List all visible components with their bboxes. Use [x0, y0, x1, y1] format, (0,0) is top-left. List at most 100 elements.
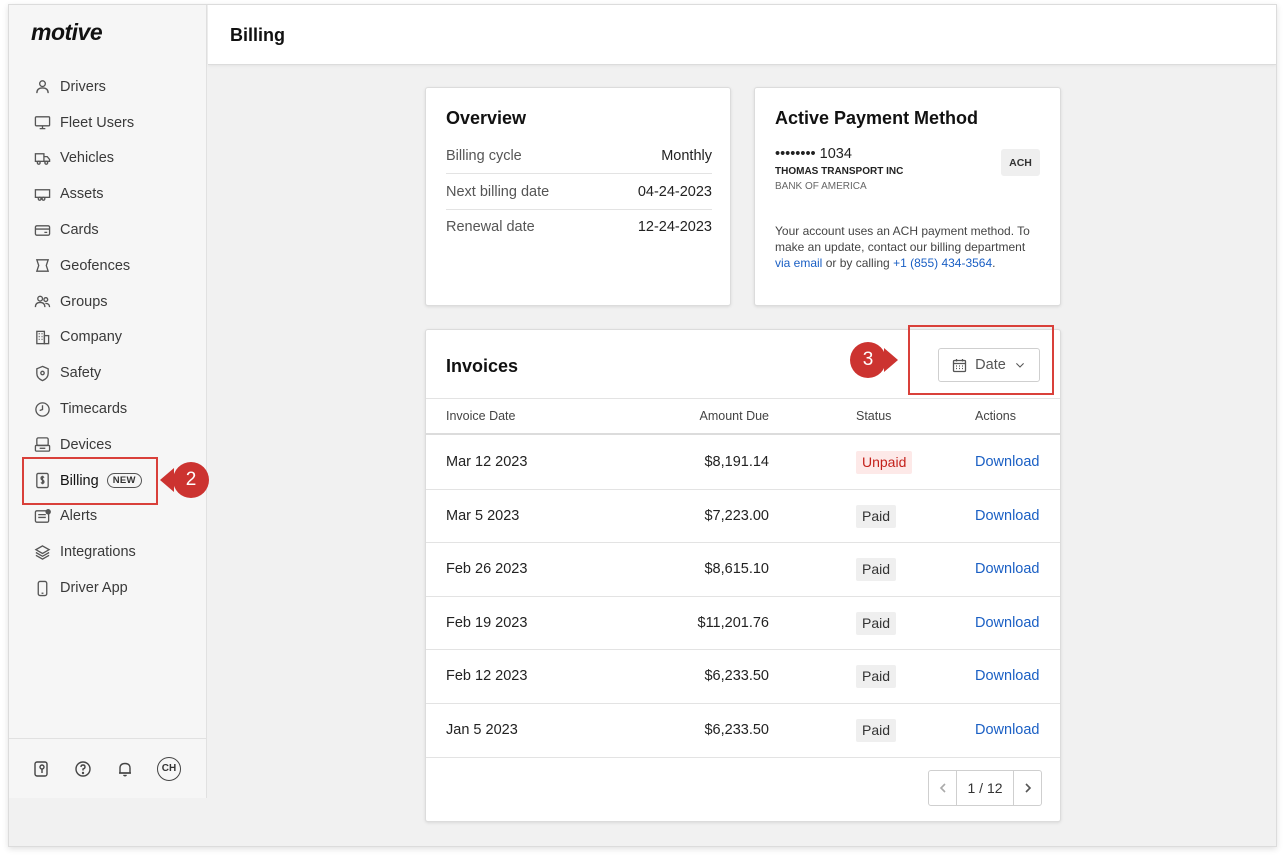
sidebar-item-label: Driver App: [60, 580, 128, 597]
invoice-date: Mar 5 2023: [446, 507, 520, 524]
pagination: 1 / 12: [928, 770, 1042, 806]
sidebar-item-label: Fleet Users: [60, 114, 135, 131]
sidebar-item-cards[interactable]: Cards: [9, 212, 207, 248]
prev-page-button[interactable]: [929, 771, 956, 805]
payment-note-text: Your account uses an ACH payment method.…: [775, 224, 1030, 254]
email-link[interactable]: via email: [775, 256, 822, 270]
column-header-actions: Actions: [975, 409, 1016, 423]
next-page-button[interactable]: [1014, 771, 1041, 805]
account-name: THOMAS TRANSPORT INC: [775, 166, 904, 177]
sidebar-item-label: Company: [60, 329, 123, 346]
column-header-status[interactable]: Status: [856, 399, 891, 434]
bell-icon[interactable]: [115, 759, 135, 779]
download-link[interactable]: Download: [975, 436, 1040, 489]
truck-icon: [33, 149, 51, 167]
layers-icon: [33, 543, 51, 561]
amount-due: $6,233.50: [704, 722, 769, 738]
sidebar-item-safety[interactable]: Safety: [9, 355, 207, 391]
invoice-date: Feb 26 2023: [446, 561, 528, 578]
amount-due: $6,233.50: [704, 668, 769, 685]
ach-badge: ACH: [1001, 149, 1040, 176]
date-filter-button[interactable]: Date: [938, 348, 1040, 382]
chevron-left-icon: [939, 783, 946, 793]
sidebar-item-label: Groups: [60, 293, 108, 310]
sidebar-item-vehicles[interactable]: Vehicles: [9, 141, 207, 177]
overview-label: Next billing date: [446, 183, 550, 200]
invoice-date: Jan 5 2023: [446, 722, 518, 738]
overview-row-billing-cycle: Billing cycle Monthly: [446, 138, 712, 174]
invoice-date: Feb 12 2023: [446, 668, 528, 685]
payment-note-text: .: [992, 256, 996, 270]
sidebar-item-company[interactable]: Company: [9, 320, 207, 356]
column-header-amount[interactable]: Amount Due: [700, 399, 769, 434]
status-badge: Paid: [856, 558, 897, 582]
page-indicator: 1 / 12: [956, 771, 1014, 805]
alert-icon: [33, 507, 51, 525]
billing-highlight-box: [22, 457, 158, 505]
sidebar-item-driver-app[interactable]: Driver App: [9, 570, 207, 606]
sidebar-item-drivers[interactable]: Drivers: [9, 69, 207, 105]
date-filter-label: Date: [975, 357, 1006, 373]
status-badge: Paid: [856, 611, 897, 635]
sidebar-item-label: Assets: [60, 186, 104, 203]
group-icon: [33, 293, 51, 311]
column-header-date[interactable]: Invoice Date: [446, 399, 515, 434]
overview-card: Overview Billing cycle Monthly Next bill…: [425, 87, 731, 306]
invoices-title: Invoices: [446, 356, 519, 376]
sidebar-item-label: Drivers: [60, 78, 106, 95]
payment-note-text: or by calling: [825, 256, 890, 270]
table-row: Feb 12 2023 $6,233.50 Paid Download: [426, 650, 1060, 704]
logo: motive: [31, 19, 103, 45]
download-link[interactable]: Download: [975, 650, 1040, 703]
clock-icon: [33, 400, 51, 418]
device-icon: [33, 436, 51, 454]
amount-due: $8,615.10: [704, 561, 769, 578]
sidebar-item-label: Cards: [60, 222, 99, 239]
overview-value: 04-24-2023: [637, 183, 712, 200]
sidebar-item-label: Vehicles: [60, 150, 115, 167]
avatar[interactable]: CH: [157, 756, 181, 781]
invoices-card: Invoices Date Invoice Date Amount Due St…: [425, 325, 1061, 822]
download-link[interactable]: Download: [975, 543, 1040, 596]
table-row: Jan 5 2023 $6,233.50 Paid Download: [426, 704, 1060, 758]
shield-icon: [33, 364, 51, 382]
overview-label: Billing cycle: [446, 147, 522, 164]
sidebar-footer: CH: [9, 738, 207, 798]
sidebar-item-geofences[interactable]: Geofences: [9, 248, 207, 284]
amount-due: $8,191.14: [704, 454, 769, 470]
sidebar-item-assets[interactable]: Assets: [9, 176, 207, 212]
chevron-down-icon: [1015, 363, 1024, 368]
payment-method-card: Active Payment Method •••••••• 1034 THOM…: [754, 87, 1061, 306]
payment-title: Active Payment Method: [775, 108, 979, 128]
sidebar-item-integrations[interactable]: Integrations: [9, 534, 207, 570]
table-row: Feb 19 2023 $11,201.76 Paid Download: [426, 597, 1060, 651]
callout-2: 2: [173, 462, 209, 498]
status-badge: Paid: [856, 665, 897, 689]
sidebar-item-label: Geofences: [60, 257, 131, 274]
sidebar: motive Drivers Fleet Users Vehicles Assets C…: [9, 5, 207, 798]
overview-row-renewal: Renewal date 12-24-2023: [446, 209, 712, 245]
sidebar-item-fleet-users[interactable]: Fleet Users: [9, 105, 207, 141]
callout-3-pointer: [884, 348, 898, 372]
payment-note: Your account uses an ACH payment method.…: [775, 223, 1040, 271]
page-title: Billing: [230, 25, 285, 45]
download-link[interactable]: Download: [975, 704, 1040, 757]
map-pin-icon[interactable]: [31, 759, 51, 779]
help-icon[interactable]: [73, 759, 93, 779]
sidebar-item-groups[interactable]: Groups: [9, 284, 207, 320]
table-row: Feb 26 2023 $8,615.10 Paid Download: [426, 543, 1060, 597]
sidebar-item-label: Integrations: [60, 544, 136, 561]
download-link[interactable]: Download: [975, 597, 1040, 650]
sidebar-item-timecards[interactable]: Timecards: [9, 391, 207, 427]
sidebar-item-label: Alerts: [60, 508, 98, 525]
phone-link[interactable]: +1 (855) 434-3564: [893, 256, 992, 270]
download-link[interactable]: Download: [975, 490, 1040, 543]
invoice-date: Feb 19 2023: [446, 614, 528, 631]
amount-due: $7,223.00: [704, 507, 769, 524]
calendar-icon: [953, 358, 967, 372]
invoice-table-header: Invoice Date Amount Due Status Actions: [426, 398, 1060, 435]
overview-row-next-billing: Next billing date 04-24-2023: [446, 174, 712, 210]
overview-label: Renewal date: [446, 219, 535, 235]
status-badge: Paid: [856, 504, 897, 528]
account-number: •••••••• 1034: [775, 146, 852, 162]
